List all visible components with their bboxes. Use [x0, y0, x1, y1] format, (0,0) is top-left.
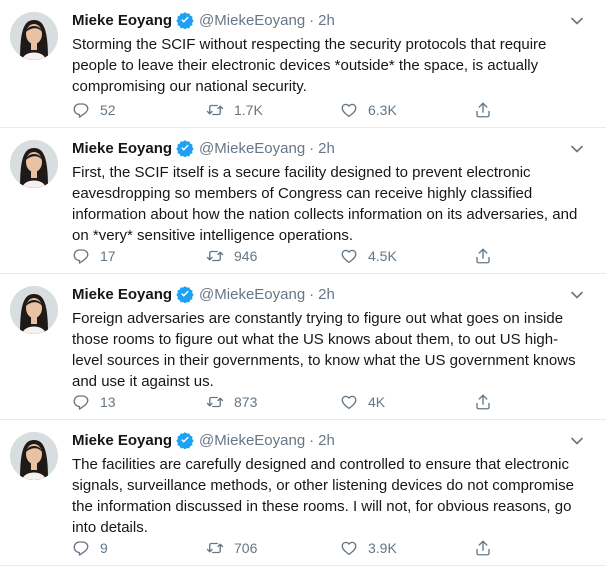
user-handle[interactable]: @MiekeEoyang — [199, 432, 305, 449]
share-icon — [476, 394, 490, 410]
tweet-actions: 13 873 4K — [72, 392, 502, 412]
tweet[interactable]: Mieke Eoyang @MiekeEoyang · 2h Storming … — [0, 0, 606, 128]
separator-dot: · — [309, 285, 315, 303]
chevron-down-icon[interactable] — [570, 434, 584, 448]
tweet-header: Mieke Eoyang @MiekeEoyang · 2h — [72, 430, 335, 450]
tweet[interactable]: Mieke Eoyang @MiekeEoyang · 2h Foreign a… — [0, 274, 606, 420]
tweet-header: Mieke Eoyang @MiekeEoyang · 2h — [72, 284, 335, 304]
share-icon — [476, 540, 490, 556]
like-count: 6.3K — [368, 102, 397, 118]
retweet-icon — [206, 250, 224, 262]
display-name[interactable]: Mieke Eoyang — [72, 286, 172, 303]
display-name[interactable]: Mieke Eoyang — [72, 12, 172, 29]
like-count: 4.5K — [368, 248, 397, 264]
retweet-count: 706 — [234, 540, 258, 556]
tweet-header: Mieke Eoyang @MiekeEoyang · 2h — [72, 138, 335, 158]
retweet-count: 1.7K — [234, 102, 263, 118]
reply-count: 52 — [100, 102, 116, 118]
tweet-header: Mieke Eoyang @MiekeEoyang · 2h — [72, 10, 335, 30]
tweet-text: Storming the SCIF without respecting the… — [72, 36, 547, 95]
like-icon — [341, 395, 357, 410]
share-button[interactable] — [474, 247, 502, 265]
retweet-count: 946 — [234, 248, 258, 264]
display-name[interactable]: Mieke Eoyang — [72, 140, 172, 157]
like-button[interactable]: 4.5K — [340, 247, 474, 265]
separator-dot: · — [309, 11, 315, 29]
reply-icon — [73, 541, 89, 556]
verified-badge-icon — [176, 285, 194, 304]
share-button[interactable] — [474, 101, 502, 119]
tweet[interactable]: Mieke Eoyang @MiekeEoyang · 2h The facil… — [0, 420, 606, 566]
tweet-text: First, the SCIF itself is a secure facil… — [72, 164, 578, 244]
share-icon — [476, 102, 490, 118]
timestamp[interactable]: 2h — [318, 140, 335, 157]
reply-button[interactable]: 17 — [72, 247, 206, 265]
retweet-button[interactable]: 946 — [206, 247, 340, 265]
retweet-button[interactable]: 1.7K — [206, 101, 340, 119]
verified-badge-icon — [176, 139, 194, 158]
tweet[interactable]: Mieke Eoyang @MiekeEoyang · 2h First, th… — [0, 128, 606, 274]
display-name[interactable]: Mieke Eoyang — [72, 432, 172, 449]
timeline: Mieke Eoyang @MiekeEoyang · 2h Storming … — [0, 0, 606, 566]
user-handle[interactable]: @MiekeEoyang — [199, 12, 305, 29]
reply-count: 17 — [100, 248, 116, 264]
avatar[interactable] — [10, 286, 58, 334]
retweet-icon — [206, 542, 224, 554]
like-icon — [341, 249, 357, 264]
timestamp[interactable]: 2h — [318, 432, 335, 449]
tweet-actions: 17 946 4.5K — [72, 246, 502, 266]
avatar[interactable] — [10, 140, 58, 188]
tweet-text: The facilities are carefully designed an… — [72, 456, 574, 536]
separator-dot: · — [309, 139, 315, 157]
like-button[interactable]: 4K — [340, 393, 474, 411]
separator-dot: · — [309, 431, 315, 449]
like-count: 4K — [368, 394, 386, 410]
verified-badge-icon — [176, 431, 194, 450]
retweet-count: 873 — [234, 394, 258, 410]
timestamp[interactable]: 2h — [318, 12, 335, 29]
reply-count: 13 — [100, 394, 116, 410]
reply-button[interactable]: 9 — [72, 539, 206, 557]
like-icon — [341, 103, 357, 118]
verified-badge-icon — [176, 11, 194, 30]
share-button[interactable] — [474, 393, 502, 411]
tweet-actions: 9 706 3.9K — [72, 538, 502, 558]
tweet-text: Foreign adversaries are constantly tryin… — [72, 310, 576, 390]
retweet-icon — [206, 396, 224, 408]
chevron-down-icon[interactable] — [570, 288, 584, 302]
reply-icon — [73, 103, 89, 118]
chevron-down-icon[interactable] — [570, 14, 584, 28]
like-count: 3.9K — [368, 540, 397, 556]
user-handle[interactable]: @MiekeEoyang — [199, 140, 305, 157]
chevron-down-icon[interactable] — [570, 142, 584, 156]
avatar[interactable] — [10, 12, 58, 60]
avatar[interactable] — [10, 432, 58, 480]
timestamp[interactable]: 2h — [318, 286, 335, 303]
tweet-actions: 52 1.7K 6.3K — [72, 100, 502, 120]
reply-count: 9 — [100, 540, 108, 556]
user-handle[interactable]: @MiekeEoyang — [199, 286, 305, 303]
retweet-button[interactable]: 706 — [206, 539, 340, 557]
reply-icon — [73, 249, 89, 264]
reply-icon — [73, 395, 89, 410]
reply-button[interactable]: 13 — [72, 393, 206, 411]
share-button[interactable] — [474, 539, 502, 557]
like-button[interactable]: 3.9K — [340, 539, 474, 557]
reply-button[interactable]: 52 — [72, 101, 206, 119]
like-icon — [341, 541, 357, 556]
retweet-button[interactable]: 873 — [206, 393, 340, 411]
like-button[interactable]: 6.3K — [340, 101, 474, 119]
retweet-icon — [206, 104, 224, 116]
share-icon — [476, 248, 490, 264]
